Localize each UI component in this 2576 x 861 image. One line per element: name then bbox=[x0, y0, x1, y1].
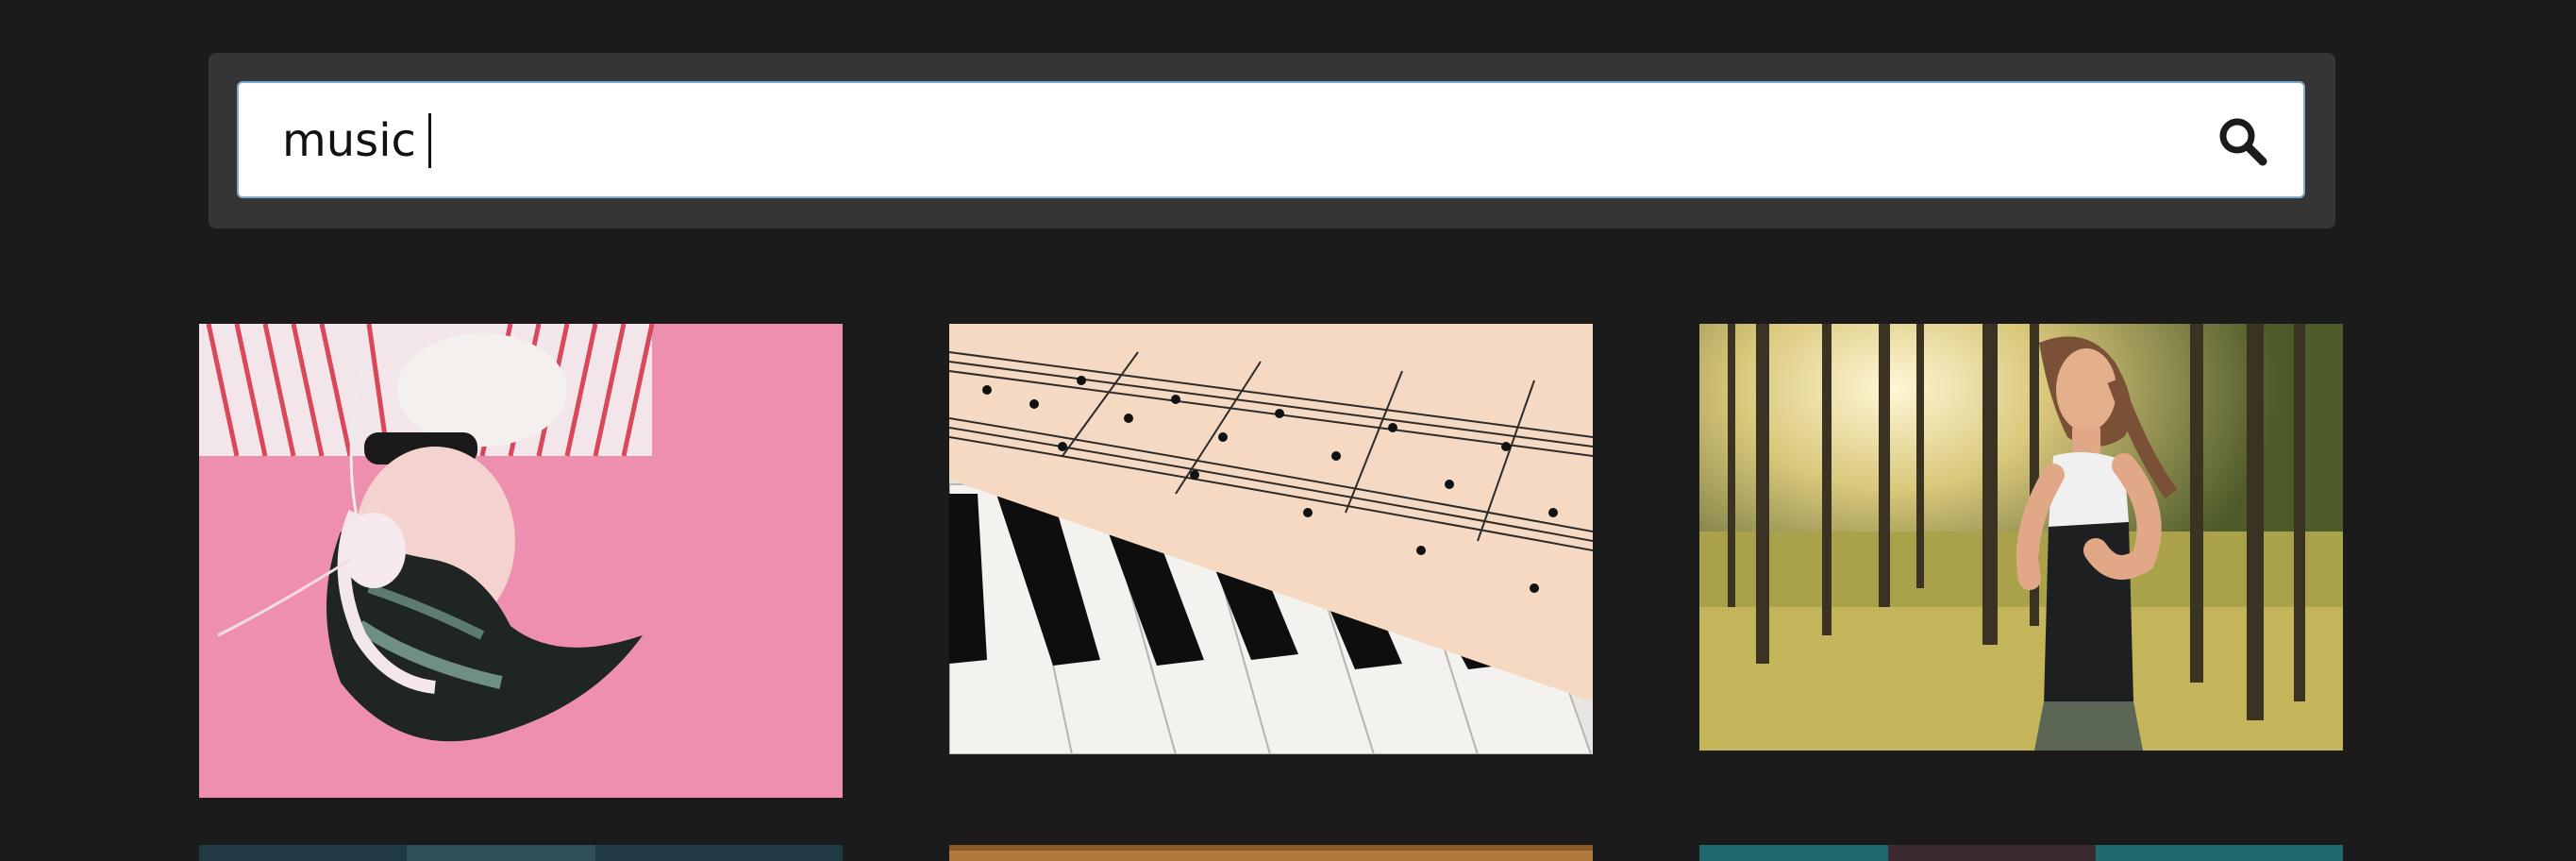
search-box[interactable] bbox=[237, 81, 2305, 198]
search-icon bbox=[2219, 118, 2267, 166]
partial-image-4 bbox=[199, 845, 843, 861]
headphones-woman-image bbox=[199, 324, 843, 798]
result-image-3[interactable] bbox=[1699, 324, 2343, 751]
partial-image-5 bbox=[949, 845, 1593, 861]
result-image-5[interactable] bbox=[949, 845, 1593, 861]
result-image-2[interactable] bbox=[949, 324, 1593, 754]
partial-image-6 bbox=[1699, 845, 2343, 861]
jogging-woman-image bbox=[1699, 324, 2343, 751]
text-caret bbox=[428, 113, 431, 168]
search-panel bbox=[209, 53, 2335, 228]
result-image-4[interactable] bbox=[199, 845, 843, 861]
search-input[interactable] bbox=[282, 108, 2169, 174]
search-button[interactable] bbox=[2216, 115, 2269, 168]
result-image-1[interactable] bbox=[199, 324, 843, 798]
sheet-music-piano-image bbox=[949, 324, 1593, 754]
result-image-6[interactable] bbox=[1699, 845, 2343, 861]
